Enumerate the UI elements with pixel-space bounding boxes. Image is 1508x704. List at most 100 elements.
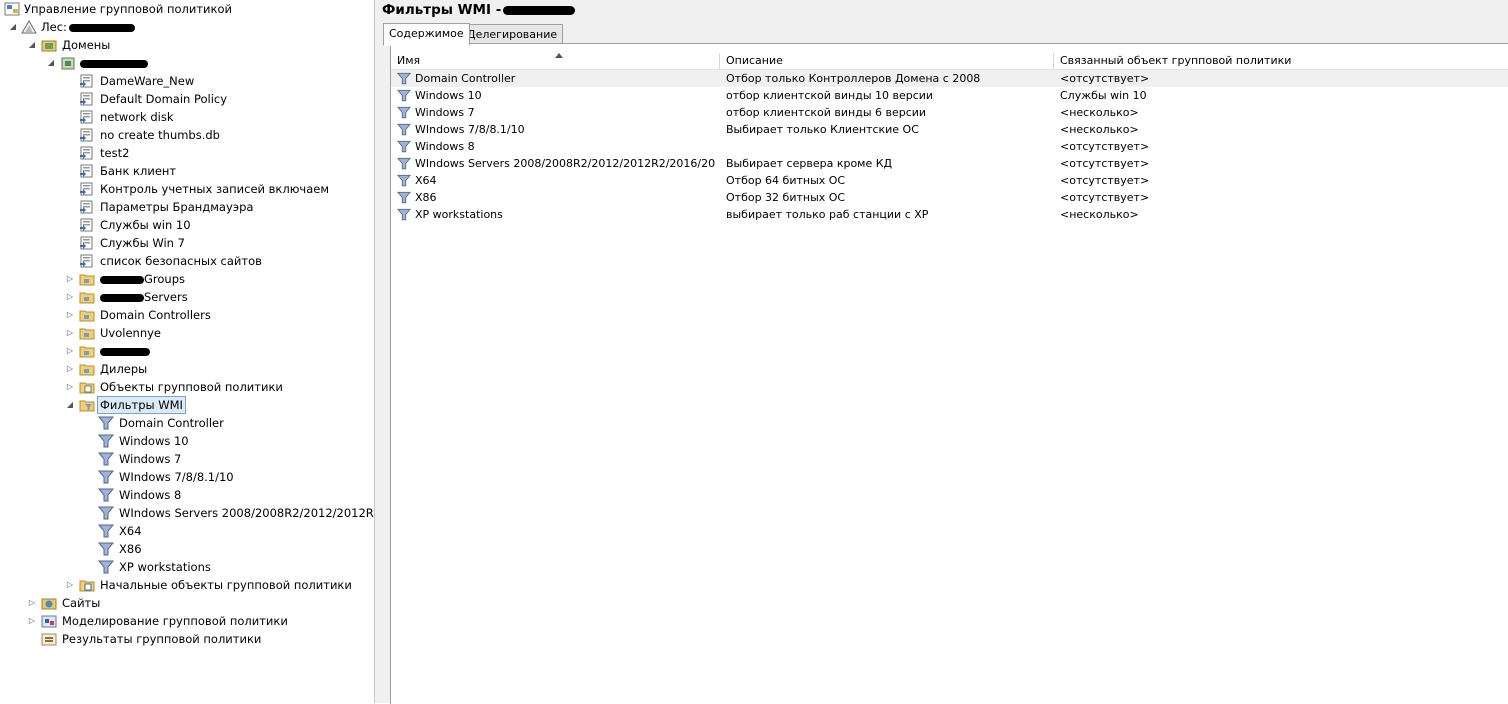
starter-gpos-label: Начальные объекты групповой политики — [100, 578, 352, 592]
cell-name: Windows 7 — [415, 106, 475, 119]
cell-linked-gpo: <отсутствует> — [1060, 140, 1150, 153]
wmi-filter-icon — [98, 560, 114, 574]
wmi-filter-label: Windows 7 — [119, 452, 182, 466]
list-item[interactable]: XP workstations выбирает только раб станц… — [391, 206, 1508, 223]
redacted-mark — [80, 59, 148, 68]
ou-folder-icon — [79, 274, 95, 286]
collapse-icon[interactable]: ◢ — [8, 18, 18, 36]
navigation-tree[interactable]: Управление групповой политикой ◢ Лес: ◢ … — [0, 0, 374, 703]
wmi-filter-label: X64 — [119, 524, 142, 538]
wmi-filter-label: Windows 10 — [119, 434, 189, 448]
gpo-link-label: Контроль учетных записей включаем — [100, 182, 330, 196]
expand-icon[interactable]: ▷ — [65, 270, 75, 288]
list-item[interactable]: X86 Отбор 32 битных ОС <отсутствует> — [391, 189, 1508, 206]
starter-gpo-folder-icon — [79, 580, 95, 592]
cell-linked-gpo: <отсутствует> — [1060, 72, 1150, 85]
wmi-filter-icon — [397, 174, 411, 187]
expand-icon[interactable]: ▷ — [65, 288, 75, 306]
gpo-objects-label: Объекты групповой политики — [100, 380, 283, 394]
cell-description: Отбор 32 битных ОС — [726, 191, 846, 204]
wmi-filter-label: Windows 8 — [119, 488, 182, 502]
sites-icon — [41, 598, 57, 610]
panel-title: Фильтры WMI - — [382, 2, 502, 18]
cell-linked-gpo: <отсутствует> — [1060, 191, 1150, 204]
cell-description: выбирает только раб станции с XP — [726, 208, 929, 221]
gpo-link-icon — [80, 200, 93, 214]
ou-folder-icon — [79, 310, 95, 322]
ou-label: Domain Controllers — [100, 308, 211, 322]
cell-linked-gpo: <отсутствует> — [1060, 174, 1150, 187]
collapse-icon[interactable]: ◢ — [46, 54, 56, 72]
list-item[interactable]: Domain Controller Отбор только Контроллер… — [391, 70, 1508, 87]
wmi-filter-icon — [397, 140, 411, 153]
gpo-link-label: Параметры Брандмауэра — [100, 200, 254, 214]
cell-name: WIndows 7/8/8.1/10 — [415, 123, 525, 136]
list-item[interactable]: WIndows Servers 2008/2008R2/2012/2012R2/… — [391, 155, 1508, 172]
list-item[interactable]: Windows 8 <отсутствует> — [391, 138, 1508, 155]
modeling-label: Моделирование групповой политики — [62, 614, 288, 628]
list-item[interactable]: X64 Отбор 64 битных ОС <отсутствует> — [391, 172, 1508, 189]
expand-icon[interactable]: ▷ — [65, 306, 75, 324]
domains-icon — [41, 40, 57, 52]
forest-label: Лес: — [41, 20, 67, 34]
tab-contents[interactable]: Содержимое — [383, 23, 470, 46]
wmi-filter-icon — [98, 470, 114, 484]
cell-linked-gpo: <несколько> — [1060, 123, 1139, 136]
gpo-link-label: test2 — [100, 146, 130, 160]
list-item[interactable]: Windows 10 отбор клиентской винды 10 верс… — [391, 87, 1508, 104]
column-header-linked-gpo[interactable]: Связанный объект групповой политики — [1054, 53, 1508, 69]
cell-name: Windows 8 — [415, 140, 475, 153]
tab-delegation[interactable]: Делегирование — [461, 24, 564, 45]
wmi-filter-icon — [397, 191, 411, 204]
gpm-root-icon — [4, 2, 20, 16]
wmi-filter-icon — [397, 157, 411, 170]
redacted-mark — [100, 293, 144, 302]
wmi-filter-list[interactable]: Имя Описание Связанный объект групповой … — [390, 43, 1508, 704]
cell-description: Отбор 64 битных ОС — [726, 174, 846, 187]
ou-servers-label: Servers — [144, 290, 188, 304]
results-icon — [41, 633, 57, 646]
wmi-filter-label: WIndows Servers 2008/2008R2/2012/2012R2/… — [119, 506, 374, 520]
collapse-icon[interactable]: ◢ — [27, 36, 37, 54]
collapse-icon[interactable]: ◢ — [65, 396, 75, 414]
wmi-filter-label: XP workstations — [119, 560, 211, 574]
cell-description: отбор клиентской винды 10 версии — [726, 89, 934, 102]
cell-description: Отбор только Контроллеров Домена с 2008 — [726, 72, 981, 85]
wmi-filter-icon — [397, 208, 411, 221]
wmi-filter-icon — [98, 524, 114, 538]
results-label: Результаты групповой политики — [62, 632, 262, 646]
cell-linked-gpo: <несколько> — [1060, 106, 1139, 119]
gpo-link-label: Службы win 10 — [100, 218, 191, 232]
domains-label: Домены — [62, 38, 111, 52]
gpo-link-label: список безопасных сайтов — [100, 254, 262, 268]
expand-icon[interactable]: ▷ — [27, 612, 37, 630]
expand-icon[interactable]: ▷ — [65, 576, 75, 594]
wmi-filter-label: X86 — [119, 542, 142, 556]
cell-description: Выбирает сервера кроме КД — [726, 157, 893, 170]
gpo-link-icon — [80, 254, 93, 268]
gpo-link-icon — [80, 218, 93, 232]
gpo-link-icon — [80, 182, 93, 196]
cell-linked-gpo: Службы win 10 — [1060, 89, 1147, 102]
list-item[interactable]: Windows 7 отбор клиентской винды 6 версии… — [391, 104, 1508, 121]
redacted-mark — [100, 275, 144, 284]
wmi-filter-icon — [98, 416, 114, 430]
details-panel: Фильтры WMI - Содержимое Делегирование И… — [380, 0, 1508, 704]
expand-icon[interactable]: ▷ — [65, 360, 75, 378]
wmi-filter-icon — [98, 434, 114, 448]
expand-icon[interactable]: ▷ — [27, 594, 37, 612]
expand-icon[interactable]: ▷ — [65, 342, 75, 360]
gpo-link-label: Службы Win 7 — [100, 236, 185, 250]
expand-icon[interactable]: ▷ — [65, 378, 75, 396]
wmi-filter-icon — [397, 106, 411, 119]
gpo-link-icon — [80, 110, 93, 124]
expand-icon[interactable]: ▷ — [65, 324, 75, 342]
column-header-description[interactable]: Описание — [720, 53, 1054, 69]
redacted-mark — [68, 23, 135, 32]
wmi-filter-icon — [397, 72, 411, 85]
redacted-mark — [503, 5, 576, 15]
cell-name: Windows 10 — [415, 89, 482, 102]
wmi-filter-label: WIndows 7/8/8.1/10 — [119, 470, 234, 484]
list-item[interactable]: WIndows 7/8/8.1/10 Выбирает только Клиент… — [391, 121, 1508, 138]
modeling-icon — [41, 615, 57, 628]
